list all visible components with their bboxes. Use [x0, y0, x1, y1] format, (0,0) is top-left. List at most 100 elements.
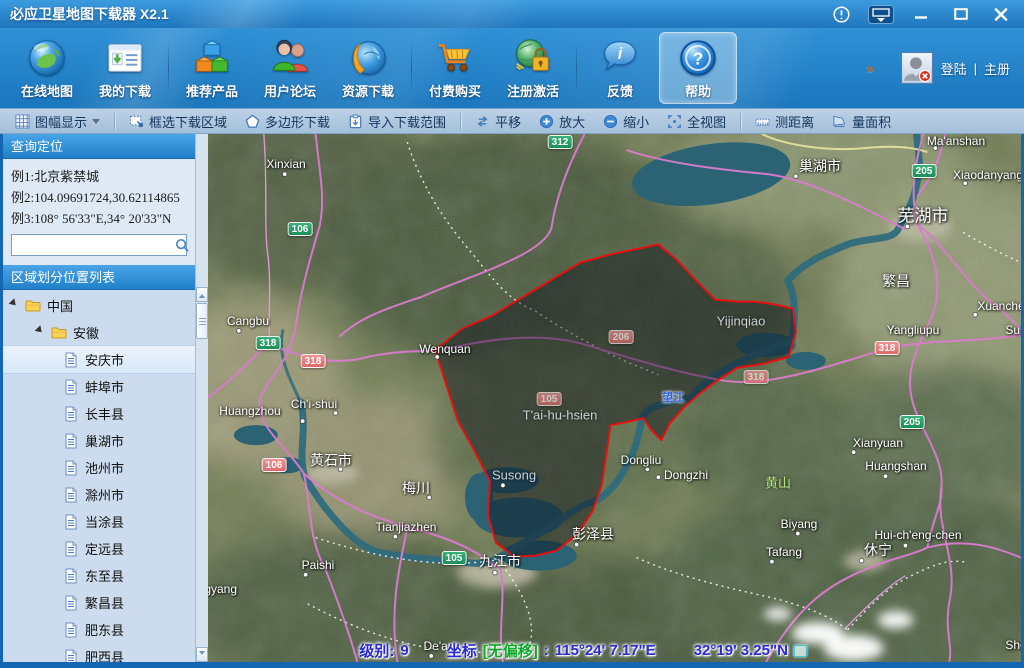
city-dot: [796, 531, 801, 536]
window-title: 必应卫星地图下载器 X2.1: [10, 4, 169, 24]
search-icon[interactable]: [175, 235, 190, 255]
help-icon: ?: [677, 37, 719, 79]
toolbar-item-label: 付费购买: [429, 81, 481, 100]
toolbar-item-my-downloads[interactable]: 我的下载: [86, 32, 164, 104]
map-tool-measure-distance[interactable]: 测距离: [746, 110, 823, 132]
scroll-down-icon[interactable]: [196, 647, 208, 662]
doc-icon: [63, 514, 79, 530]
close-button[interactable]: [988, 5, 1014, 23]
expand-arrow-icon[interactable]: [35, 325, 48, 338]
map-tool-label: 导入下载范围: [368, 112, 446, 131]
tree-item-anqing[interactable]: 安庆市: [3, 346, 195, 373]
scrollbar-thumb[interactable]: [196, 303, 208, 339]
tree-item-chuzhou[interactable]: 滁州市: [3, 481, 195, 508]
import-icon: [348, 114, 363, 129]
toolbar-item-label: 反馈: [607, 81, 633, 100]
info-icon[interactable]: [828, 5, 854, 23]
scrollbar-track[interactable]: [196, 339, 208, 647]
doc-icon: [63, 406, 79, 422]
search-example-3: 例3:108° 56'33"E,34° 20'33"N: [11, 208, 187, 229]
city-dot: [656, 475, 661, 480]
downloads-icon: [104, 37, 146, 79]
city-dot: [282, 172, 287, 177]
search-input[interactable]: [12, 236, 175, 254]
map-tool-label: 多边形下载: [265, 112, 330, 131]
coordinate-picker-icon[interactable]: [794, 645, 807, 657]
register-link[interactable]: 主册: [984, 59, 1010, 78]
map-tool-label: 放大: [559, 112, 585, 131]
search-example-1: 例1:北京紫禁城: [11, 166, 187, 187]
tree-item-chaohu[interactable]: 巢湖市: [3, 427, 195, 454]
city-dot: [903, 543, 908, 548]
map-tool-pan[interactable]: 平移: [466, 110, 530, 132]
folder-icon: [25, 298, 41, 314]
expand-arrow-icon[interactable]: [9, 298, 22, 311]
map-tool-map-display[interactable]: 图幅显示: [6, 110, 109, 132]
tree-item-label: 东至县: [85, 566, 124, 585]
map-tool-box-select-download[interactable]: 框选下载区域: [120, 110, 236, 132]
map-tool-measure-area[interactable]: 量面积: [823, 110, 900, 132]
cubes-icon: [191, 37, 233, 79]
longitude-value: 115°24' 7.17"E: [555, 642, 656, 659]
toolbar-item-label: 帮助: [685, 81, 711, 100]
map-tool-full-view[interactable]: 全视图: [658, 110, 735, 132]
search-panel-header: 查询定位: [3, 134, 195, 159]
toolbar-item-user-forum[interactable]: 用户论坛: [251, 32, 329, 104]
doc-icon: [63, 541, 79, 557]
toolbar-item-help[interactable]: ? 帮助: [659, 32, 737, 104]
pan-icon: [475, 114, 490, 129]
city-dot: [933, 146, 938, 151]
map-tool-import-range[interactable]: 导入下载范围: [339, 110, 455, 132]
city-dot: [338, 467, 343, 472]
toolbar-item-feedback[interactable]: i反馈: [581, 32, 659, 104]
tree-item-dongzhi[interactable]: 东至县: [3, 562, 195, 589]
latitude-value: 32°19' 3.25"N: [694, 642, 788, 659]
map-tool-polygon-download[interactable]: 多边形下载: [236, 110, 339, 132]
tree-item-changfeng[interactable]: 长丰县: [3, 400, 195, 427]
scroll-up-icon[interactable]: [196, 287, 208, 302]
user-avatar[interactable]: [901, 52, 933, 84]
minimize-button[interactable]: [908, 5, 934, 23]
toolbar-item-recommended-products[interactable]: 推荐产品: [173, 32, 251, 104]
tree-item-china[interactable]: 中国: [3, 292, 195, 319]
skin-dropdown-button[interactable]: [868, 5, 894, 23]
tree-item-label: 安庆市: [85, 350, 124, 369]
toolbar-item-online-map[interactable]: 在线地图: [8, 32, 86, 104]
toolbar-overflow-chevron[interactable]: »: [866, 60, 874, 77]
tree-item-label: 滁州市: [85, 485, 124, 504]
sidebar-scrollbar[interactable]: [195, 134, 208, 662]
map-toolbar-separator: [114, 113, 115, 130]
tree-item-bengbu[interactable]: 蚌埠市: [3, 373, 195, 400]
map-toolbar: 图幅显示框选下载区域 多边形下载 导入下载范围 平移 放大缩小全视图测距离量面积: [0, 108, 1024, 134]
toolbar-item-label: 在线地图: [21, 81, 73, 100]
folder-icon: [51, 325, 67, 341]
toolbar-item-resource-download[interactable]: 资源下载: [329, 32, 407, 104]
city-dot: [770, 559, 775, 564]
box-select-icon: [129, 114, 144, 129]
zoom-in-icon: [539, 114, 554, 129]
toolbar-separator: [576, 37, 577, 99]
tree-item-label: 当涂县: [85, 512, 124, 531]
city-dot: [794, 174, 799, 179]
region-panel-header: 区域划分位置列表: [3, 265, 195, 290]
tree-item-feidong[interactable]: 肥东县: [3, 616, 195, 643]
tree-item-dingyuan[interactable]: 定远县: [3, 535, 195, 562]
titlebar: 必应卫星地图下载器 X2.1: [0, 0, 1024, 28]
login-link[interactable]: 登陆: [941, 59, 967, 78]
maximize-button[interactable]: [948, 5, 974, 23]
tree-item-anhui[interactable]: 安徽: [3, 319, 195, 346]
tree-item-dangtu[interactable]: 当涂县: [3, 508, 195, 535]
map-tool-label: 平移: [495, 112, 521, 131]
tree-item-feixi[interactable]: 肥西县: [3, 643, 195, 662]
chevron-down-icon[interactable]: [92, 119, 100, 128]
toolbar-item-register-activate[interactable]: 注册激活: [494, 32, 572, 104]
tree-item-fanchang[interactable]: 繁昌县: [3, 589, 195, 616]
toolbar-item-label: 推荐产品: [186, 81, 238, 100]
city-dot: [905, 224, 910, 229]
map-viewport[interactable]: XinxianCangbuWenquanCh'i-shuiHuangzhou黄石…: [208, 134, 1021, 662]
map-tool-zoom-in[interactable]: 放大: [530, 110, 594, 132]
search-example-2: 例2:104.09691724,30.62114865: [11, 187, 187, 208]
tree-item-chizhou[interactable]: 池州市: [3, 454, 195, 481]
map-tool-zoom-out[interactable]: 缩小: [594, 110, 658, 132]
toolbar-item-paid-purchase[interactable]: 付费购买: [416, 32, 494, 104]
